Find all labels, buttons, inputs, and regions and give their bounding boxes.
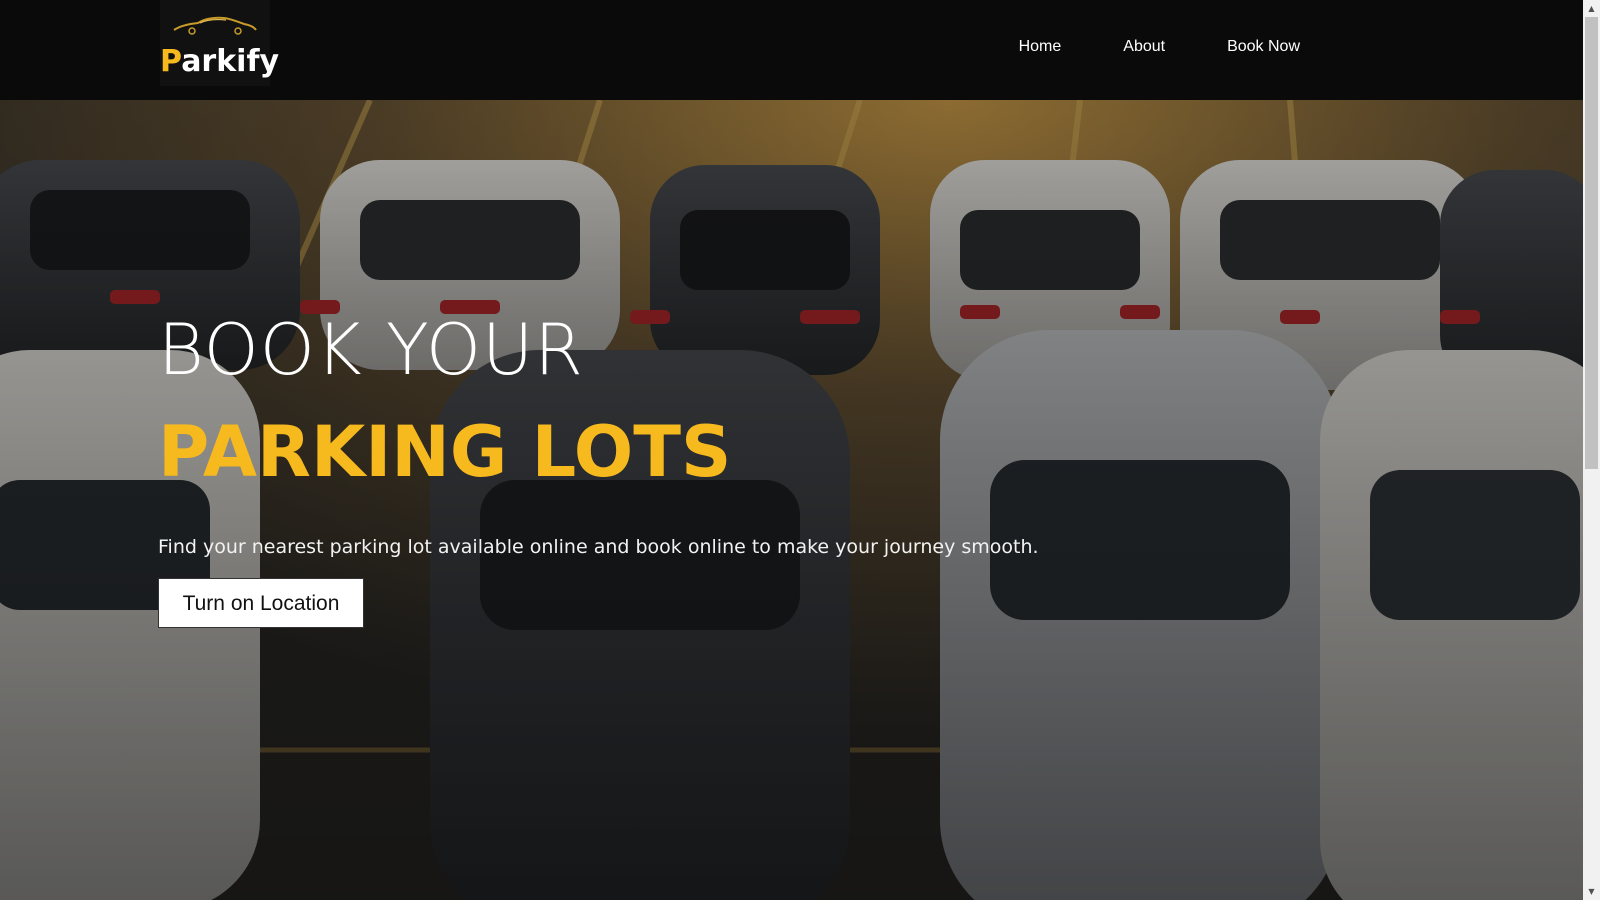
turn-on-location-button[interactable]: Turn on Location <box>158 578 364 628</box>
hero-title-line1: BOOK YOUR <box>158 309 584 391</box>
nav-links: Home About Book Now <box>957 38 1300 56</box>
logo-text: Parkify <box>160 44 279 79</box>
logo-name: arkify <box>181 44 280 79</box>
hero-title-line2: PARKING LOTS <box>158 411 732 493</box>
nav-about-link[interactable]: About <box>1123 38 1165 56</box>
hero-section: BOOK YOUR PARKING LOTS Find your nearest… <box>0 100 1583 900</box>
navbar: Parkify Home About Book Now <box>0 0 1583 100</box>
logo-initial: P <box>160 44 182 79</box>
scroll-down-arrow-icon[interactable]: ▼ <box>1583 883 1600 900</box>
car-logo-icon <box>173 16 257 35</box>
scroll-up-arrow-icon[interactable]: ▲ <box>1583 0 1600 17</box>
nav-home-link[interactable]: Home <box>1019 38 1062 56</box>
scrollbar-thumb[interactable] <box>1585 17 1598 469</box>
nav-book-now-link[interactable]: Book Now <box>1227 38 1300 56</box>
logo[interactable]: Parkify <box>160 0 279 86</box>
hero-content: BOOK YOUR PARKING LOTS Find your nearest… <box>158 310 1039 628</box>
hero-subtitle: Find your nearest parking lot available … <box>158 536 1039 558</box>
vertical-scrollbar[interactable]: ▲ ▼ <box>1583 0 1600 900</box>
page: Parkify Home About Book Now BOOK YOUR PA… <box>0 0 1600 900</box>
